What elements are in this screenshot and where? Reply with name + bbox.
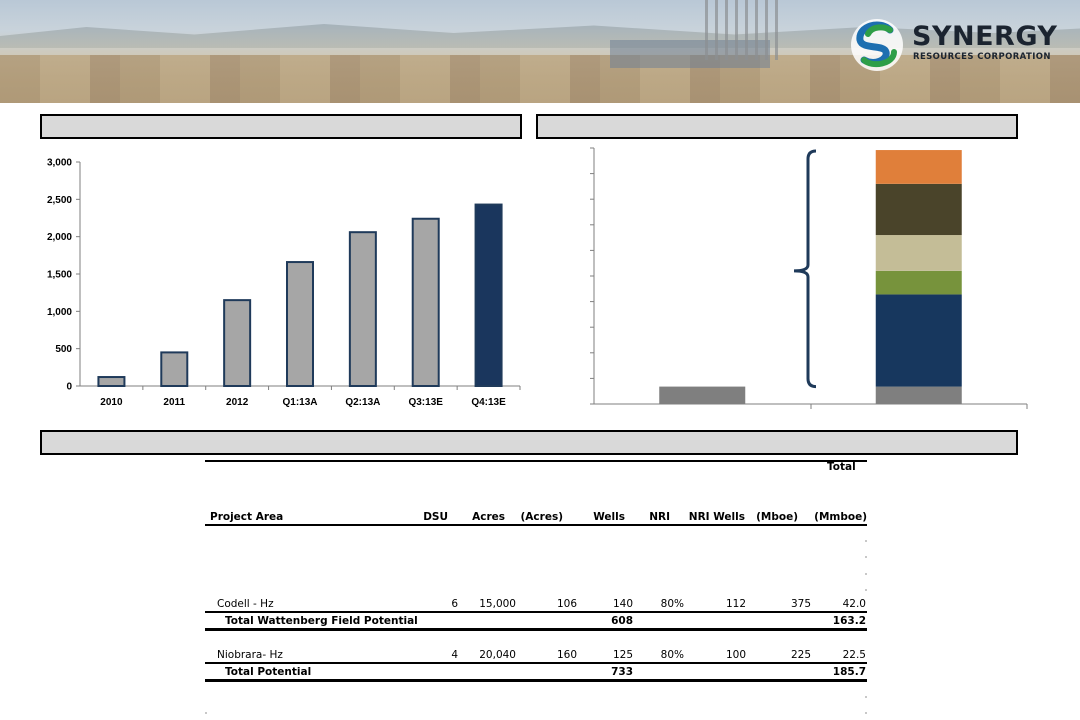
- y-tick-label: 500: [55, 344, 72, 355]
- bar-q413e: [474, 203, 503, 388]
- y-tick-label: 0: [66, 382, 72, 393]
- right-section-header: [536, 114, 1018, 139]
- y-tick-label: 2,500: [47, 195, 72, 206]
- logo-subtitle: RESOURCES CORPORATION: [913, 52, 1051, 62]
- production-bar-chart: 0 500 1,000 1,500 2,000 2,500 3,000 2010 2011 201…: [47, 158, 521, 408]
- curly-brace-icon: [793, 149, 817, 389]
- col-header-spacing: (Acres): [520, 511, 564, 523]
- row-codell-nri-wells: 112: [725, 598, 746, 610]
- row-niobrara-nri-wells: 100: [725, 649, 746, 661]
- col-header-wells: Wells: [593, 511, 625, 523]
- table-dot: [865, 712, 867, 714]
- table-dot: [205, 712, 207, 714]
- row-niobrara-mmboe: 22.5: [842, 649, 866, 661]
- row-niobrara-spacing: 160: [556, 649, 577, 661]
- x-tick-label: 2011: [163, 397, 185, 408]
- row-niobrara-name: Niobrara- Hz: [217, 649, 283, 661]
- subtotal-bottom-rule: [205, 628, 867, 631]
- row-niobrara-mboe: 225: [790, 649, 811, 661]
- row-codell-acres: 15,000: [479, 598, 516, 610]
- total-potential-wells: 733: [611, 666, 633, 678]
- bar-q213a: [348, 231, 377, 388]
- total-potential-label: Total Potential: [225, 666, 312, 678]
- row-codell-dsu: 6: [451, 598, 458, 610]
- bar-q113a: [286, 261, 314, 387]
- table-section-header: [40, 430, 1018, 455]
- col-header-mmboe: (Mmboe): [814, 511, 867, 523]
- row-codell-nri: 80%: [660, 598, 684, 610]
- bar-2012: [223, 299, 252, 387]
- row-niobrara-dsu: 4: [451, 649, 458, 661]
- company-logo: SYNERGY RESOURCES CORPORATION: [850, 18, 1070, 74]
- table-dot: [865, 696, 867, 698]
- table-dot: [865, 540, 867, 542]
- y-tick-label: 3,000: [47, 158, 72, 169]
- stack-segment-3: [875, 235, 962, 271]
- row-niobrara-acres: 20,040: [479, 649, 516, 661]
- stack-segment-0: [875, 386, 962, 404]
- y-tick-label: 1,500: [47, 270, 72, 281]
- total-wattenberg-label: Total Wattenberg Field Potential: [225, 615, 418, 627]
- x-tick-label: Q4:13E: [471, 397, 506, 408]
- left-section-header: [40, 114, 522, 139]
- row-niobrara-nri: 80%: [660, 649, 684, 661]
- row-codell-name: Codell - Hz: [217, 598, 274, 610]
- col-header-nri: NRI: [649, 511, 670, 523]
- stack-segment-1: [875, 294, 962, 387]
- y-tick-label: 1,000: [47, 307, 72, 318]
- logo-swirl-icon: [851, 19, 903, 71]
- row-niobrara-wells: 125: [612, 649, 633, 661]
- bar-q313e: [411, 217, 440, 387]
- x-tick-label: Q2:13A: [345, 397, 380, 408]
- row-codell-mmboe: 42.0: [842, 598, 866, 610]
- col-header-mboe: (Mboe): [756, 511, 798, 523]
- row-codell-wells: 140: [612, 598, 633, 610]
- row-codell-mboe: 375: [790, 598, 811, 610]
- header-rule: [205, 524, 867, 526]
- x-tick-label: 2012: [226, 397, 249, 408]
- x-tick-label: 2010: [100, 397, 123, 408]
- table-dot: [865, 556, 867, 558]
- logo-wordmark: SYNERGY: [912, 21, 1058, 52]
- left-bar: [659, 386, 746, 404]
- col-header-project-area: Project Area: [210, 511, 284, 523]
- x-tick-label: Q3:13E: [408, 397, 443, 408]
- x-tick-label: Q1:13A: [282, 397, 317, 408]
- stack-segment-5: [875, 150, 962, 184]
- table-top-rule: [205, 460, 867, 462]
- stacked-bar-chart: [590, 147, 1028, 409]
- table-dot: [865, 573, 867, 575]
- drilling-rig: [705, 0, 785, 60]
- col-header-dsu: DSU: [423, 511, 448, 523]
- total-wattenberg-mmboe: 163.2: [832, 615, 866, 627]
- stack-segment-2: [875, 270, 962, 295]
- stack-segment-4: [875, 183, 962, 236]
- row-codell-spacing: 106: [556, 598, 577, 610]
- subtotal-top-rule: [205, 611, 867, 613]
- bar-2011: [160, 351, 189, 387]
- total-potential-mmboe: 185.7: [832, 666, 866, 678]
- table-dot: [865, 589, 867, 591]
- super-header-total: Total: [827, 461, 856, 473]
- col-header-acres: Acres: [472, 511, 505, 523]
- y-tick-label: 2,000: [47, 232, 72, 243]
- bar-2010: [97, 376, 126, 387]
- total-top-rule: [205, 662, 867, 664]
- header-banner-photo: SYNERGY RESOURCES CORPORATION: [0, 0, 1080, 103]
- total-wattenberg-wells: 608: [611, 615, 633, 627]
- col-header-nri-wells: NRI Wells: [688, 511, 745, 523]
- total-bottom-rule: [205, 679, 867, 682]
